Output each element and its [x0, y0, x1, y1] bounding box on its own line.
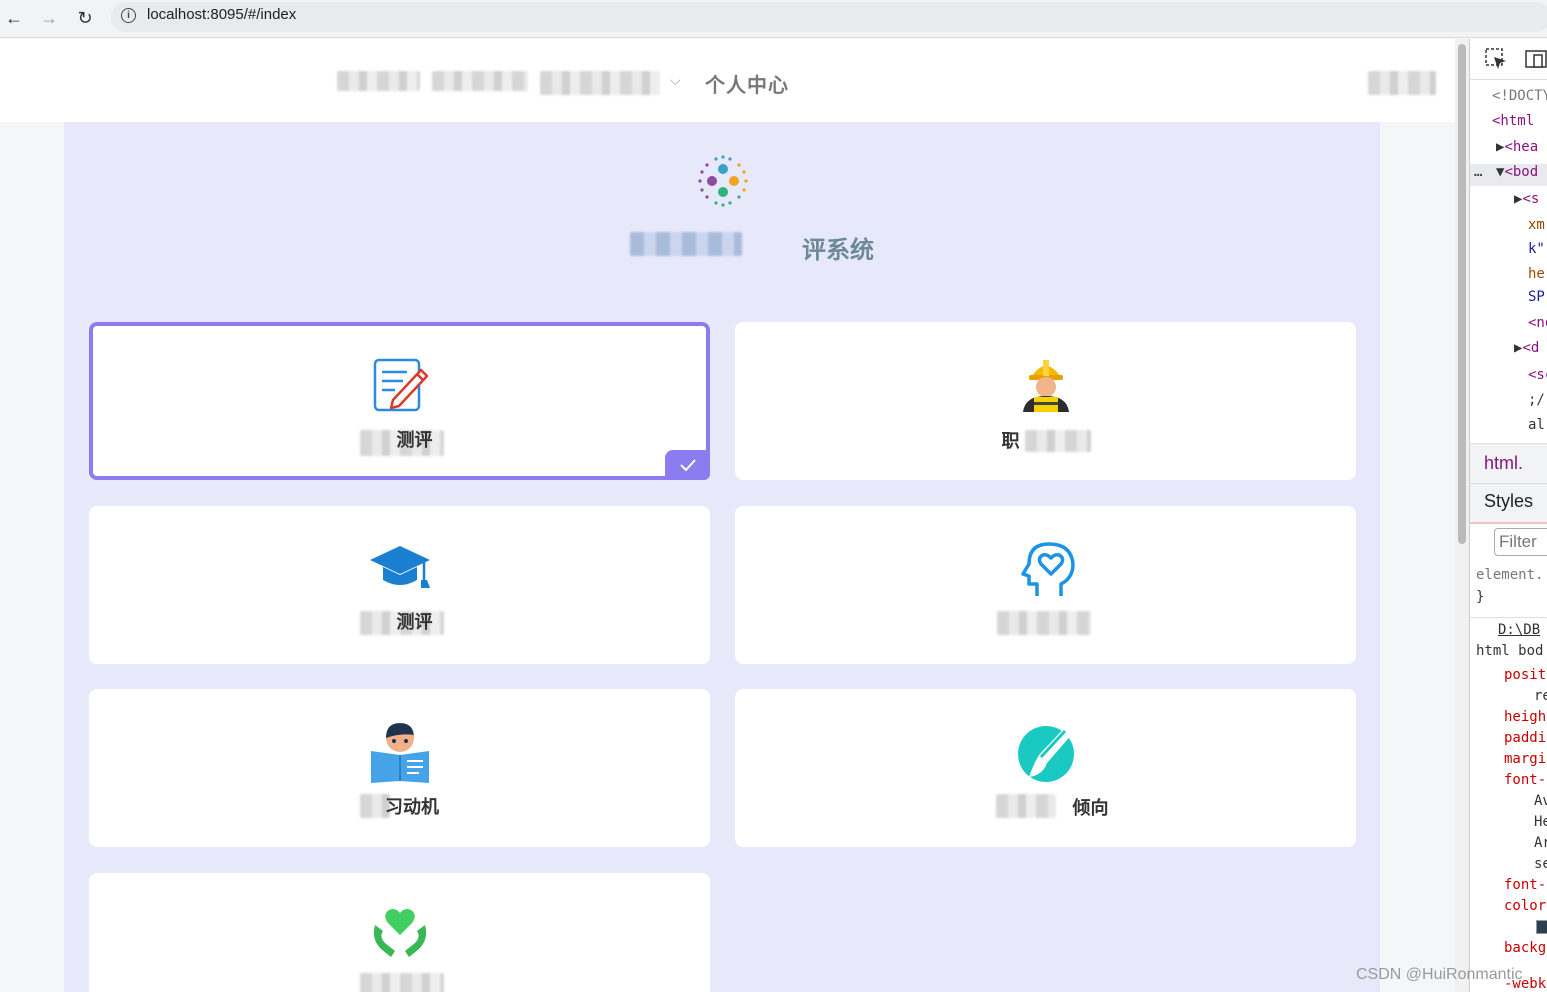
dt-html[interactable]: <html — [1492, 113, 1534, 129]
more-icon[interactable]: … — [1474, 164, 1482, 180]
forward-button[interactable]: → — [37, 6, 61, 30]
card-label: 习动机 — [385, 797, 439, 817]
assessment-card-2[interactable]: 职 — [735, 322, 1356, 480]
notepad-pencil-icon — [373, 358, 428, 412]
dt-child-1-text: <s — [1522, 191, 1540, 207]
dt-prop-6[interactable]: font- — [1504, 772, 1546, 788]
nav-item-blurred-2[interactable] — [432, 71, 528, 91]
inspect-element-icon[interactable] — [1484, 47, 1508, 71]
system-title: 评系统 — [802, 237, 874, 264]
watermark: CSDN @HuiRonmantic — [1356, 966, 1523, 983]
dt-child-3-text: <d — [1522, 340, 1540, 356]
card-label: 测评 — [396, 430, 433, 450]
dt-attr-3: he — [1528, 266, 1545, 282]
head-heart-icon — [1020, 542, 1075, 596]
dt-element-style: element. — [1476, 567, 1544, 583]
page-scrollbar-thumb[interactable] — [1458, 44, 1466, 544]
selected-check-icon — [665, 450, 710, 480]
dt-body-text: <bod — [1504, 164, 1539, 180]
top-navigation: ⌵ 个人中心 — [0, 39, 1455, 122]
dt-child-1[interactable]: ▶<s — [1514, 191, 1539, 207]
system-title-blurred — [630, 232, 742, 256]
dt-attr-2: k" — [1528, 241, 1545, 257]
url-text[interactable]: localhost:8095/#/index — [147, 6, 296, 23]
app-logo-icon — [698, 155, 748, 207]
dt-prop-2: re — [1534, 688, 1547, 704]
dt-prop-11[interactable]: font- — [1504, 877, 1546, 893]
dt-prop-7: Av — [1534, 793, 1547, 809]
dt-child-3[interactable]: ▶<d — [1514, 340, 1539, 356]
dt-attr-1: xm — [1528, 217, 1545, 233]
dt-prop-8: He — [1534, 814, 1547, 830]
assessment-card-6[interactable]: 倾向 — [735, 689, 1356, 847]
dt-prop-5[interactable]: margi — [1504, 751, 1546, 767]
dt-close-brace: } — [1476, 589, 1485, 605]
worker-helmet-icon — [1022, 360, 1069, 412]
dt-head-text: <hea — [1504, 139, 1539, 155]
card-label: 测评 — [396, 612, 433, 632]
reading-student-icon — [370, 723, 429, 783]
browser-toolbar: ← → ↻ i localhost:8095/#/index — [0, 0, 1547, 38]
user-menu-blurred[interactable] — [1368, 71, 1436, 95]
color-swatch-icon[interactable] — [1536, 920, 1547, 934]
assessment-card-4[interactable] — [735, 506, 1356, 664]
dt-prop-3[interactable]: heigh — [1504, 709, 1546, 725]
dt-body[interactable]: ▼<bod — [1496, 164, 1538, 180]
dt-child-4[interactable]: <sc — [1528, 367, 1547, 383]
nav-item-blurred-3[interactable] — [540, 71, 660, 95]
dt-prop-9: Ar — [1534, 835, 1547, 851]
graduation-cap-icon — [369, 546, 430, 588]
dt-breadcrumb-html[interactable]: html. — [1484, 453, 1523, 474]
dt-prop-10: se — [1534, 856, 1547, 872]
chevron-down-icon[interactable]: ⌵ — [670, 72, 681, 89]
nav-item-personal-center[interactable]: 个人中心 — [705, 69, 789, 98]
assessment-card-7[interactable] — [89, 873, 710, 992]
dt-source-link[interactable]: D:\DB — [1498, 622, 1540, 638]
card-label-blur — [1025, 430, 1091, 452]
address-bar[interactable] — [111, 2, 1547, 32]
card-label-blur — [997, 611, 1091, 635]
assessment-card-3[interactable]: 测评 — [89, 506, 710, 664]
dt-child-2[interactable]: <no — [1528, 315, 1547, 331]
tab-styles[interactable]: Styles — [1484, 491, 1533, 512]
main-panel: 评系统 测评 职 测评 习动机 倾向 — [64, 122, 1380, 992]
assessment-card-1[interactable]: 测评 — [89, 322, 710, 480]
dt-head[interactable]: ▶<hea — [1496, 139, 1538, 155]
paintbrush-icon — [1017, 725, 1074, 782]
hands-heart-icon — [373, 909, 426, 957]
page-viewport: ⌵ 个人中心 评系统 测评 职 测评 习动机 倾向 — [0, 39, 1455, 992]
device-toolbar-icon[interactable] — [1524, 47, 1547, 71]
site-info-icon[interactable]: i — [121, 8, 136, 23]
devtools-panel: <!DOCTY <html ▶<hea … ▼<bod ▶<s xm k" he… — [1469, 39, 1547, 992]
back-button[interactable]: ← — [2, 6, 26, 30]
dt-doctype[interactable]: <!DOCTY — [1492, 88, 1547, 104]
styles-filter-input[interactable]: Filter — [1494, 528, 1547, 556]
dt-prop-12[interactable]: color — [1504, 898, 1546, 914]
dt-child-6: al — [1528, 417, 1545, 433]
card-label: 倾向 — [1072, 798, 1109, 818]
card-label-blur — [360, 973, 444, 992]
dt-attr-4: SP — [1528, 289, 1545, 305]
nav-item-blurred-1[interactable] — [337, 71, 420, 91]
reload-button[interactable]: ↻ — [73, 6, 97, 30]
dt-prop-1[interactable]: posit — [1504, 667, 1546, 683]
dt-child-5: ;/ — [1528, 392, 1545, 408]
dt-rule-selector: html bod — [1476, 643, 1544, 659]
dt-prop-4[interactable]: paddi — [1504, 730, 1546, 746]
assessment-card-5[interactable]: 习动机 — [89, 689, 710, 847]
dt-prop-13[interactable]: backg — [1504, 940, 1546, 956]
